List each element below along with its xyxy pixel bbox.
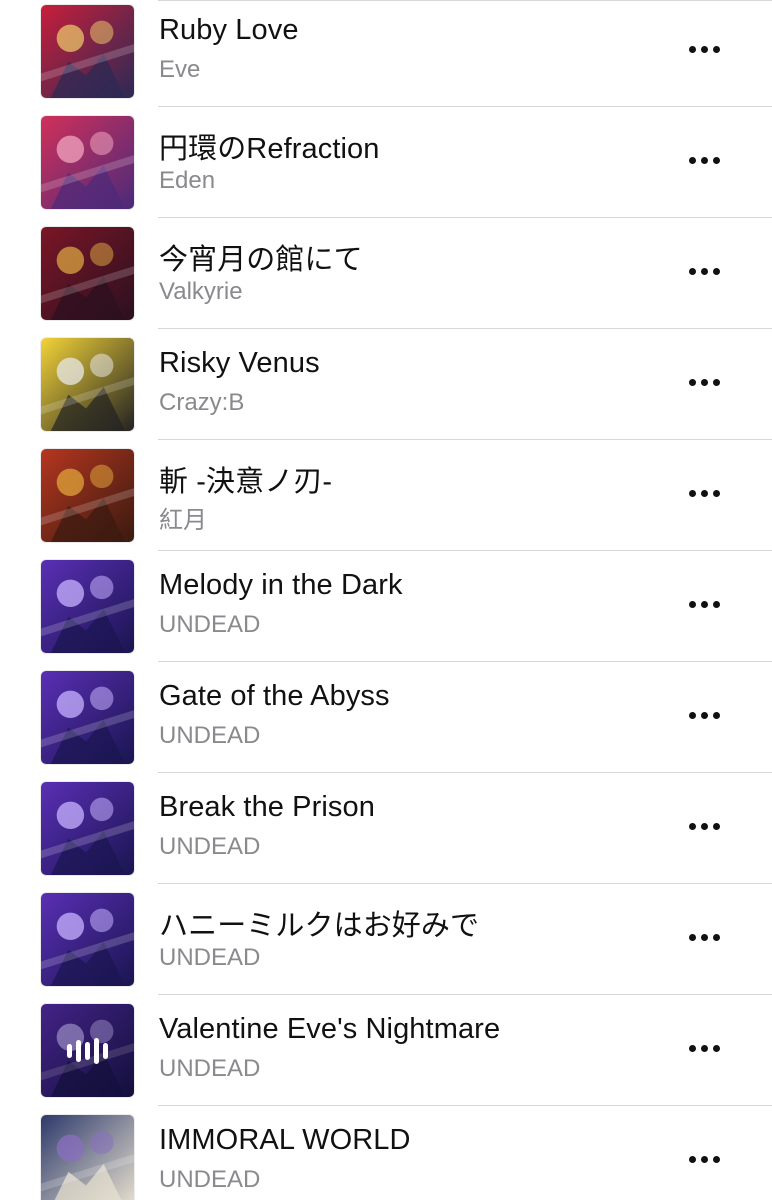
ellipsis-icon [688,822,720,830]
song-artist: Eve [159,56,201,83]
more-options-button[interactable] [682,1032,726,1064]
ellipsis-icon [688,600,720,608]
more-options-button[interactable] [682,366,726,398]
song-artist: Eden [159,167,216,194]
song-row[interactable]: Valentine Eve's Nightmare UNDEAD [0,995,772,1106]
song-row[interactable]: Gate of the Abyss UNDEAD [0,662,772,773]
album-artwork[interactable] [40,337,135,432]
album-artwork[interactable] [40,781,135,876]
ellipsis-icon [688,1044,720,1052]
song-title: Break the Prison [159,791,375,823]
song-row[interactable]: 今宵月の館にて Valkyrie [0,218,772,329]
song-artist: Crazy:B [159,389,245,416]
song-artist: UNDEAD [159,722,261,749]
song-title: 今宵月の館にて [159,244,363,276]
song-artist: UNDEAD [159,944,261,971]
album-artwork[interactable] [40,4,135,99]
more-options-button[interactable] [682,699,726,731]
song-title: Melody in the Dark [159,569,403,601]
song-row[interactable]: Ruby Love Eve [0,0,772,107]
song-artist: UNDEAD [159,611,261,638]
more-options-button[interactable] [682,588,726,620]
ellipsis-icon [688,489,720,497]
album-artwork[interactable] [40,559,135,654]
more-options-button[interactable] [682,1143,726,1175]
song-row[interactable]: Break the Prison UNDEAD [0,773,772,884]
song-title: IMMORAL WORLD [159,1124,411,1156]
album-artwork[interactable] [40,892,135,987]
song-row[interactable]: IMMORAL WORLD UNDEAD [0,1106,772,1200]
album-artwork[interactable] [40,115,135,210]
song-row[interactable]: 斬 -決意ノ刃- 紅月 [0,440,772,551]
more-options-button[interactable] [682,33,726,65]
song-row[interactable]: ハニーミルクはお好みで UNDEAD [0,884,772,995]
song-artist: UNDEAD [159,1055,261,1082]
song-title: Risky Venus [159,347,320,379]
song-artist: UNDEAD [159,1166,261,1193]
song-row[interactable]: Risky Venus Crazy:B [0,329,772,440]
song-title: Gate of the Abyss [159,680,390,712]
ellipsis-icon [688,1155,720,1163]
ellipsis-icon [688,378,720,386]
song-row[interactable]: Melody in the Dark UNDEAD [0,551,772,662]
album-artwork[interactable] [40,226,135,321]
ellipsis-icon [688,933,720,941]
album-artwork[interactable] [40,670,135,765]
more-options-button[interactable] [682,144,726,176]
more-options-button[interactable] [682,477,726,509]
song-row[interactable]: 円環のRefraction Eden [0,107,772,218]
ellipsis-icon [688,711,720,719]
song-artist: 紅月 [159,507,207,534]
song-title: ハニーミルクはお好みで [159,910,480,942]
album-artwork[interactable] [40,1003,135,1098]
more-options-button[interactable] [682,921,726,953]
audio-waveform-icon [67,1037,108,1064]
song-list: Ruby Love Eve 円環のRefraction Eden 今宵月の館にて Valk… [0,0,772,1200]
more-options-button[interactable] [682,810,726,842]
album-artwork[interactable] [40,1114,135,1200]
ellipsis-icon [688,156,720,164]
song-title: Valentine Eve's Nightmare [159,1013,501,1045]
song-artist: Valkyrie [159,278,243,305]
ellipsis-icon [688,45,720,53]
more-options-button[interactable] [682,255,726,287]
ellipsis-icon [688,267,720,275]
song-artist: UNDEAD [159,833,261,860]
song-title: 円環のRefraction [159,133,380,165]
song-title: Ruby Love [159,14,299,46]
album-artwork[interactable] [40,448,135,543]
song-title: 斬 -決意ノ刃- [159,466,333,498]
now-playing-indicator [41,1004,134,1097]
